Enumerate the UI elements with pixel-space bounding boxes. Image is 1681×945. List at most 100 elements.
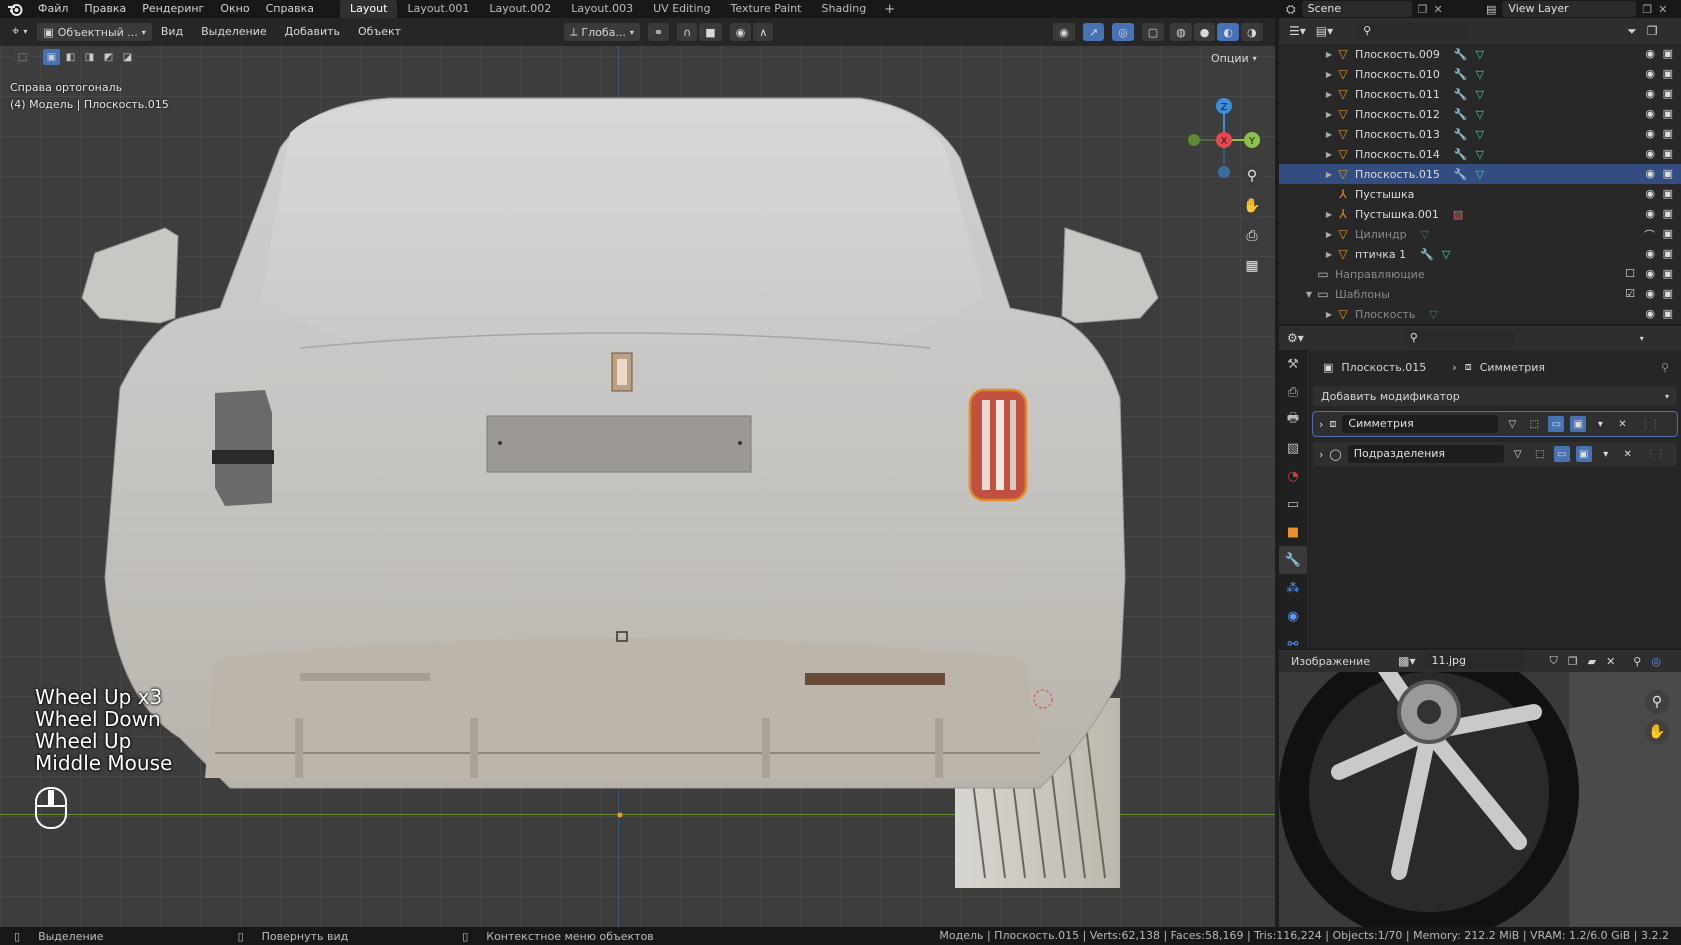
wrench-icon[interactable]: 🔧 [1454, 108, 1468, 121]
outliner-row[interactable]: ▶ ⅄ Пустышка.001 ▨ ◉ ▣ [1279, 204, 1681, 224]
mesh-data-icon[interactable]: ▽ [1429, 308, 1437, 321]
menu-select[interactable]: Выделение [192, 18, 276, 46]
navigation-gizmo[interactable]: Z Y X [1180, 78, 1260, 178]
shading-rendered[interactable]: ◑ [1240, 23, 1263, 41]
wrench-icon[interactable]: 🔧 [1420, 248, 1434, 261]
menu-render[interactable]: Рендеринг [134, 0, 212, 18]
select-subtract-icon[interactable]: ◨ [81, 49, 98, 65]
outliner-search-input[interactable]: ⚲ [1357, 23, 1468, 39]
tool-tab-icon[interactable]: ⚒ [1279, 350, 1307, 378]
modifier-name-field[interactable]: Симметрия [1342, 415, 1499, 433]
menu-file[interactable]: Файл [30, 0, 76, 18]
expand-arrow-icon[interactable]: ▶ [1323, 150, 1335, 159]
editmode-cage-icon[interactable]: ▽ [1510, 446, 1526, 462]
select-tool-icon[interactable]: ⬚ [14, 49, 31, 65]
image-browse-icon[interactable]: ▩▾ [1398, 654, 1415, 668]
expand-arrow-icon[interactable]: ▶ [1323, 310, 1335, 319]
tab-layout-001[interactable]: Layout.001 [397, 0, 479, 18]
eye-icon[interactable]: ◉ [1645, 127, 1655, 140]
expand-arrow-icon[interactable]: ▶ [1323, 210, 1335, 219]
wrench-icon[interactable]: 🔧 [1454, 168, 1468, 181]
eye-icon[interactable]: ◉ [1645, 87, 1655, 100]
drag-handle-icon[interactable]: ⋮⋮ [1646, 446, 1666, 462]
outliner-row[interactable]: ▶ ▽ Плоскость.013 🔧 ▽ ◉ ▣ [1279, 124, 1681, 144]
tab-layout[interactable]: Layout [340, 0, 398, 18]
camera-icon[interactable]: ▣ [1663, 107, 1673, 120]
view-layer-field[interactable]: View Layer [1502, 1, 1637, 17]
3d-viewport[interactable]: ⌖ ▾ ▣ Объектный ... ▾ Вид Выделение Доба… [0, 18, 1275, 927]
menu-add[interactable]: Добавить [276, 18, 349, 46]
camera-icon[interactable]: ▣ [1663, 307, 1673, 320]
expand-arrow-icon[interactable]: ▶ [1323, 230, 1335, 239]
expand-arrow-icon[interactable]: ▶ [1323, 250, 1335, 259]
outliner-row[interactable]: ▶ ▽ Цилиндр ▽ ⌒ ▣ [1279, 224, 1681, 244]
chevron-down-icon[interactable]: ▾ [1592, 416, 1608, 432]
physics-tab-icon[interactable]: ◉ [1279, 602, 1307, 630]
shading-material[interactable]: ◐ [1217, 23, 1239, 41]
image-name-field[interactable]: 11.jpg [1425, 653, 1526, 669]
camera-icon[interactable]: ▣ [1663, 287, 1673, 300]
eye-icon[interactable]: ◉ [1645, 107, 1655, 120]
eye-icon[interactable]: ◉ [1645, 67, 1655, 80]
scene-icon[interactable]: ⛭ [1286, 2, 1296, 17]
duplicate-image-icon[interactable]: ❐ [1568, 655, 1578, 668]
eye-icon[interactable]: ◉ [1645, 247, 1655, 260]
render-tab-icon[interactable]: ⎙ [1279, 378, 1307, 406]
mesh-data-icon[interactable]: ▽ [1476, 128, 1484, 141]
wrench-icon[interactable]: 🔧 [1454, 128, 1468, 141]
snap-target-button[interactable]: ■ [699, 23, 722, 41]
expand-arrow-icon[interactable]: ▶ [1323, 90, 1335, 99]
wrench-icon[interactable]: 🔧 [1454, 148, 1468, 161]
shading-wireframe[interactable]: ◍ [1170, 23, 1192, 41]
object-tab-icon[interactable]: ■ [1279, 518, 1307, 546]
mode-dropdown[interactable]: ▣ Объектный ... ▾ [37, 23, 152, 41]
menu-edit[interactable]: Правка [76, 0, 134, 18]
mesh-data-icon[interactable]: ▽ [1476, 68, 1484, 81]
new-scene-icon[interactable]: ❐ [1418, 3, 1428, 16]
image-mode-label[interactable]: Изображение [1291, 655, 1370, 668]
menu-help[interactable]: Справка [258, 0, 322, 18]
constraints-tab-icon[interactable]: ⚯ [1279, 630, 1307, 649]
outliner-editor-icon[interactable]: ☰▾ [1289, 24, 1306, 38]
camera-icon[interactable]: ▣ [1663, 127, 1673, 140]
unlink-image-icon[interactable]: ✕ [1606, 655, 1615, 668]
delete-layer-icon[interactable]: ✕ [1658, 3, 1667, 16]
expand-arrow-icon[interactable]: ▶ [1323, 110, 1335, 119]
eye-icon[interactable]: ◉ [1645, 307, 1655, 320]
pan-hand-icon[interactable]: ✋ [1240, 194, 1264, 218]
camera-icon[interactable]: ▣ [1663, 87, 1673, 100]
add-workspace-button[interactable]: + [876, 2, 903, 17]
chevron-down-icon[interactable]: ▾ [1598, 446, 1614, 462]
eye-icon[interactable]: ◉ [1645, 47, 1655, 60]
eye-icon[interactable]: ◉ [1645, 267, 1655, 280]
expand-arrow-icon[interactable]: ▼ [1303, 290, 1315, 299]
editmode-cage-icon[interactable]: ▽ [1504, 416, 1520, 432]
modifier-tab-icon[interactable]: 🔧 [1279, 546, 1307, 574]
snap-toggle[interactable]: ∩ [677, 23, 698, 41]
camera-icon[interactable]: ▣ [1663, 187, 1673, 200]
outliner-row[interactable]: ▶ ▽ птичка 1 🔧 ▽ ◉ ▣ [1279, 244, 1681, 264]
expand-arrow-icon[interactable]: ▶ [1323, 130, 1335, 139]
select-intersect-icon[interactable]: ◪ [119, 49, 136, 65]
tab-layout-002[interactable]: Layout.002 [479, 0, 561, 18]
eye-icon[interactable]: ⌒ [1644, 227, 1655, 243]
mesh-data-icon[interactable]: ▽ [1421, 228, 1429, 241]
mesh-data-icon[interactable]: ▽ [1476, 148, 1484, 161]
xray-toggle[interactable]: ▢ [1141, 23, 1165, 41]
options-dropdown[interactable]: Опции ▾ [1205, 49, 1263, 67]
editmode-icon[interactable]: ⬚ [1526, 416, 1542, 432]
mesh-data-icon[interactable]: ▽ [1476, 48, 1484, 61]
fake-user-icon[interactable]: ⛉ [1549, 654, 1557, 668]
select-invert-icon[interactable]: ◩ [100, 49, 117, 65]
pin-icon[interactable]: ⚲ [1661, 361, 1669, 374]
camera-view-icon[interactable]: ⎙ [1240, 224, 1264, 248]
expand-arrow-icon[interactable]: ▶ [1323, 50, 1335, 59]
visibility-dropdown[interactable]: ◉ [1053, 23, 1075, 41]
modifier-panel[interactable]: › ⧈ Симметрия ▽ ⬚ ▭ ▣ ▾ ✕ ⋮⋮ [1312, 411, 1678, 437]
collection-checkbox-icon[interactable]: ☐ [1625, 267, 1635, 280]
view-layer-tab-icon[interactable]: ▧ [1279, 434, 1307, 462]
blender-logo-icon[interactable] [0, 0, 30, 18]
image-data-icon[interactable]: ▨ [1453, 208, 1463, 221]
realtime-display-icon[interactable]: ▭ [1548, 416, 1565, 432]
outliner-row[interactable]: ▶ ▽ Плоскость ▽ ◉ ▣ [1279, 304, 1681, 324]
